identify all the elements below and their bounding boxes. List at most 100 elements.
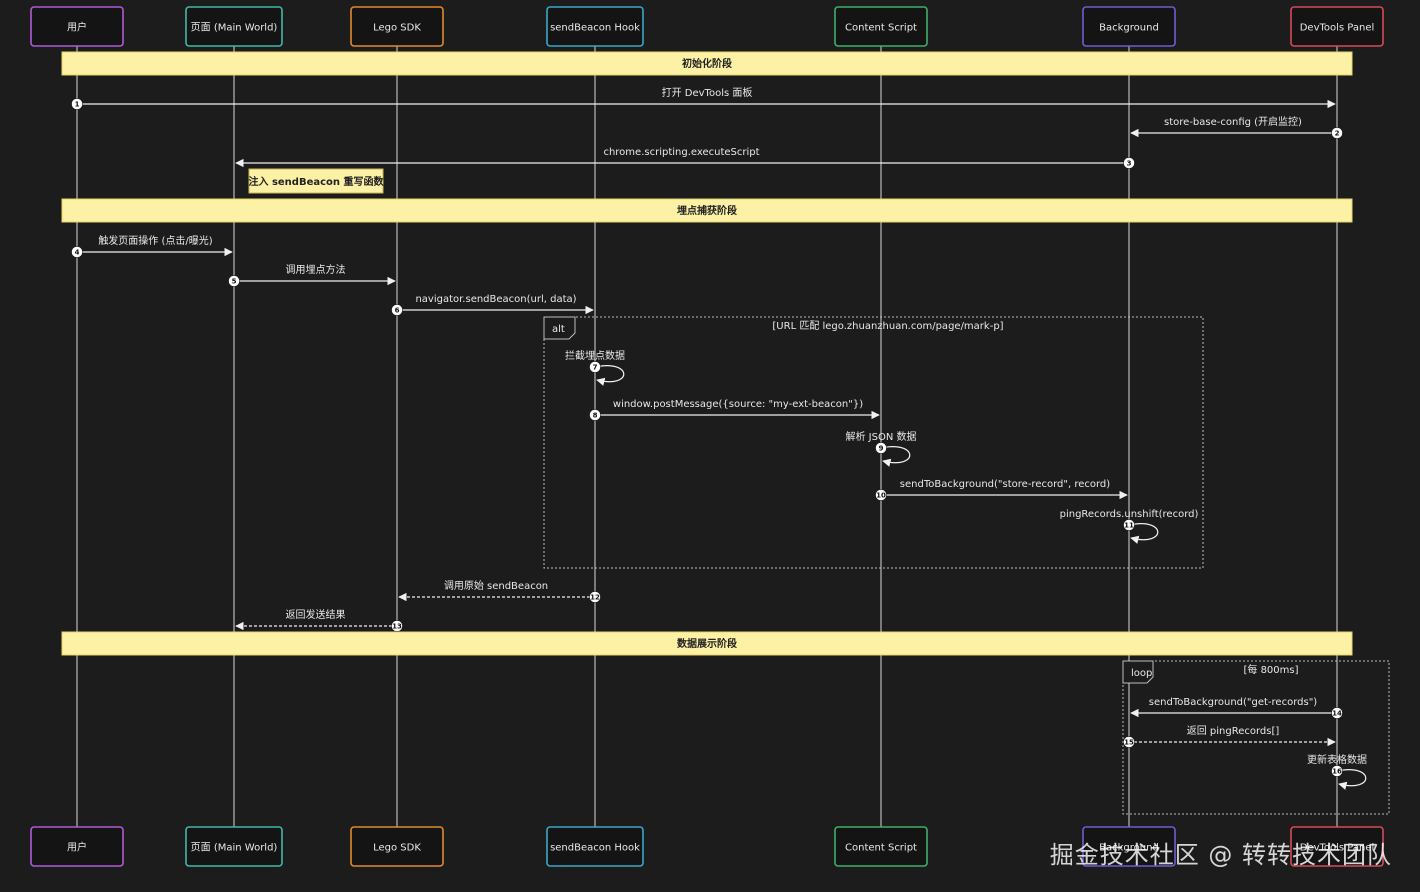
actor-label: Background (1099, 23, 1159, 34)
sequence-number-badge: 14 (1331, 707, 1343, 719)
actor-sdk-bottom: Lego SDK (350, 826, 444, 867)
message-15: 返回 pingRecords[] 15 (1123, 725, 1336, 748)
frame-border (1122, 660, 1390, 815)
message-label: store-base-config (开启监控) (1164, 115, 1302, 128)
sequence-number-badge: 3 (1123, 157, 1135, 169)
message-label: 调用埋点方法 (286, 263, 346, 276)
phase-label: 数据展示阶段 (677, 637, 737, 650)
actor-label: Content Script (845, 23, 917, 34)
actor-label: 用户 (67, 21, 87, 34)
message-3: chrome.scripting.executeScript 3 (235, 147, 1135, 169)
sequence-number-badge: 8 (589, 409, 601, 421)
actor-page-top: 页面 (Main World) (185, 6, 283, 47)
message-label: navigator.sendBeacon(url, data) (415, 294, 576, 305)
actor-user-bottom: 用户 (30, 826, 124, 867)
actor-panel-bottom: DevTools Panel (1290, 826, 1384, 867)
actor-hook-bottom: sendBeacon Hook (546, 826, 644, 867)
frame-keyword: loop (1131, 668, 1152, 679)
message-label: 调用原始 sendBeacon (444, 579, 548, 592)
actor-cs-bottom: Content Script (834, 826, 928, 867)
message-2: store-base-config (开启监控) 2 (1130, 115, 1343, 139)
sequence-number-badge: 4 (71, 246, 83, 258)
actor-label: Lego SDK (373, 843, 421, 854)
message-12: 调用原始 sendBeacon 12 (398, 579, 601, 603)
sequence-number-badge: 13 (391, 620, 403, 632)
message-4: 触发页面操作 (点击/曝光) 4 (71, 234, 233, 258)
badge-number: 9 (879, 445, 884, 453)
actor-hook-top: sendBeacon Hook (546, 6, 644, 47)
phase-bars: 初始化阶段埋点捕获阶段数据展示阶段 (61, 51, 1353, 656)
phase-bar: 数据展示阶段 (61, 631, 1353, 656)
actor-label: DevTools Panel (1300, 23, 1375, 34)
message-14: sendToBackground("get-records") 14 (1130, 697, 1343, 719)
actor-label: sendBeacon Hook (550, 843, 640, 854)
message-5: 调用埋点方法 5 (228, 263, 396, 287)
combined-fragments: alt [URL 匹配 lego.zhuanzhuan.com/page/mark… (543, 316, 1390, 815)
frame-keyword: alt (552, 324, 565, 335)
message-label: 拦截埋点数据 (565, 349, 625, 362)
frame-loop: loop [每 800ms] (1122, 660, 1390, 815)
frame-condition: [每 800ms] (1243, 663, 1298, 676)
badge-number: 12 (590, 594, 600, 602)
message-8: window.postMessage({source: "my-ext-beac… (589, 399, 880, 421)
message-label: pingRecords.unshift(record) (1060, 509, 1199, 520)
message-label: 返回发送结果 (286, 608, 346, 621)
actor-label: sendBeacon Hook (550, 23, 640, 34)
actor-cs-top: Content Script (834, 6, 928, 47)
actor-bg-bottom: Background (1082, 826, 1176, 867)
actor-user-top: 用户 (30, 6, 124, 47)
badge-number: 13 (392, 623, 402, 631)
badge-number: 4 (75, 249, 80, 257)
message-label: 解析 JSON 数据 (845, 430, 916, 443)
sequence-number-badge: 9 (875, 442, 887, 454)
actor-label: DevTools Panel (1300, 843, 1375, 854)
message-label: sendToBackground("store-record", record) (900, 479, 1110, 490)
actor-panel-top: DevTools Panel (1290, 6, 1384, 47)
message-label: window.postMessage({source: "my-ext-beac… (613, 399, 863, 410)
frame-condition: [URL 匹配 lego.zhuanzhuan.com/page/mark-p] (772, 320, 1003, 332)
sequence-number-badge: 12 (589, 591, 601, 603)
badge-number: 7 (593, 364, 598, 372)
badge-number: 15 (1124, 739, 1134, 747)
sequence-number-badge: 15 (1123, 736, 1135, 748)
note: 注入 sendBeacon 重写函数 (248, 168, 385, 194)
message-label: sendToBackground("get-records") (1149, 697, 1318, 708)
phase-label: 初始化阶段 (682, 57, 732, 70)
actor-sdk-top: Lego SDK (350, 6, 444, 47)
badge-number: 5 (232, 278, 237, 286)
sequence-number-badge: 16 (1331, 765, 1343, 777)
actor-label: Content Script (845, 843, 917, 854)
badge-number: 10 (876, 492, 886, 500)
badge-number: 8 (593, 412, 598, 420)
badge-number: 16 (1332, 768, 1342, 776)
phase-label: 埋点捕获阶段 (677, 204, 737, 217)
phase-bar: 埋点捕获阶段 (61, 198, 1353, 223)
message-10: sendToBackground("store-record", record)… (875, 479, 1128, 501)
note-group: 注入 sendBeacon 重写函数 (248, 168, 385, 194)
badge-number: 6 (395, 307, 400, 315)
actor-page-bottom: 页面 (Main World) (185, 826, 283, 867)
actor-bg-top: Background (1082, 6, 1176, 47)
actor-label: 页面 (Main World) (191, 22, 278, 34)
actor-label: 页面 (Main World) (191, 842, 278, 854)
message-1: 打开 DevTools 面板 1 (71, 86, 1336, 110)
badge-number: 1 (75, 101, 80, 109)
actor-label: 用户 (67, 841, 87, 854)
sequence-number-badge: 5 (228, 275, 240, 287)
message-label: chrome.scripting.executeScript (603, 147, 759, 158)
sequence-number-badge: 11 (1123, 519, 1135, 531)
message-13: 返回发送结果 13 (235, 608, 403, 632)
message-label: 触发页面操作 (点击/曝光) (98, 234, 212, 247)
note-label: 注入 sendBeacon 重写函数 (248, 175, 384, 188)
message-label: 打开 DevTools 面板 (662, 86, 753, 99)
message-6: navigator.sendBeacon(url, data) 6 (391, 294, 594, 316)
sequence-number-badge: 10 (875, 489, 887, 501)
sequence-number-badge: 7 (589, 361, 601, 373)
phase-bar: 初始化阶段 (61, 51, 1353, 76)
message-label: 返回 pingRecords[] (1187, 725, 1280, 737)
badge-number: 14 (1332, 710, 1342, 718)
badge-number: 3 (1127, 160, 1132, 168)
sequence-number-badge: 1 (71, 98, 83, 110)
actor-label: Background (1099, 843, 1159, 854)
badge-number: 11 (1124, 522, 1134, 530)
